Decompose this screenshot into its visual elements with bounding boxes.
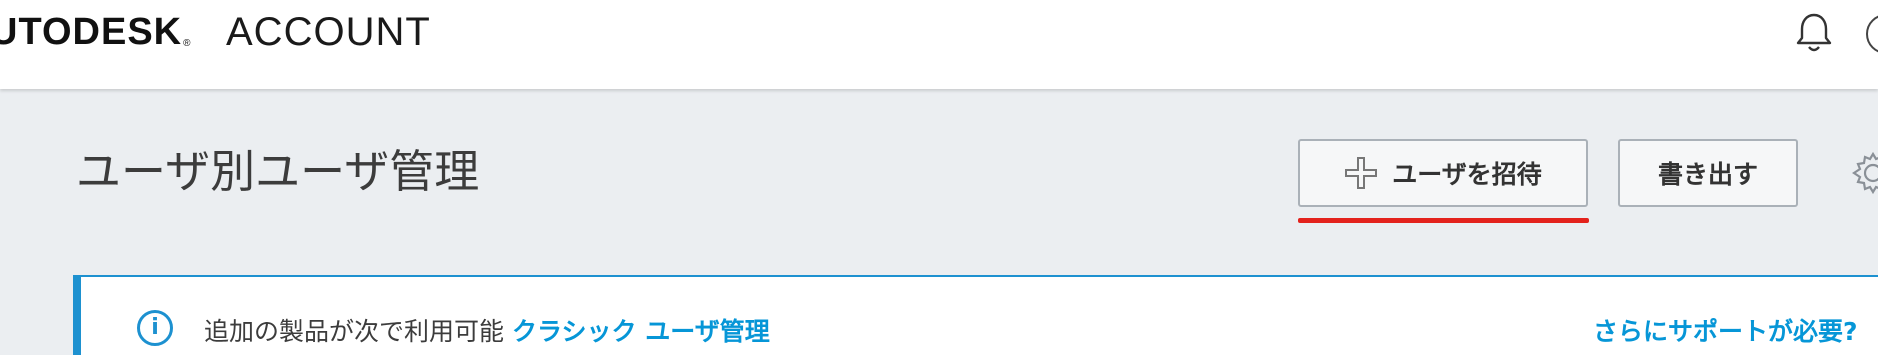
invite-user-label: ユーザを招待 <box>1392 160 1542 189</box>
logo-text: UTODESK <box>0 11 183 53</box>
banner-message: 追加の製品が次で利用可能 クラシック ユーザ管理 <box>204 312 770 348</box>
top-header: UTODESK® ACCOUNT <box>0 0 1878 89</box>
gear-icon[interactable] <box>1850 150 1878 196</box>
avatar[interactable] <box>1866 14 1878 54</box>
logo-registered-mark: ® <box>183 38 192 49</box>
invite-button-highlight <box>1298 218 1589 223</box>
export-label: 書き出す <box>1657 160 1758 189</box>
product-name: ACCOUNT <box>226 10 431 54</box>
classic-user-management-link[interactable]: クラシック ユーザ管理 <box>512 317 770 346</box>
invite-user-button[interactable]: ユーザを招待 <box>1298 139 1588 207</box>
info-icon: i <box>137 310 173 346</box>
plus-icon <box>1345 157 1378 189</box>
banner-text: 追加の製品が次で利用可能 <box>204 317 505 346</box>
export-button[interactable]: 書き出す <box>1618 139 1798 207</box>
more-support-link[interactable]: さらにサポートが必要? <box>1593 312 1858 348</box>
info-banner: i 追加の製品が次で利用可能 クラシック ユーザ管理 さらにサポートが必要? <box>73 275 1878 355</box>
bell-icon[interactable] <box>1794 11 1834 55</box>
autodesk-logo[interactable]: UTODESK® <box>0 10 191 66</box>
page-title: ユーザ別ユーザ管理 <box>76 145 480 198</box>
